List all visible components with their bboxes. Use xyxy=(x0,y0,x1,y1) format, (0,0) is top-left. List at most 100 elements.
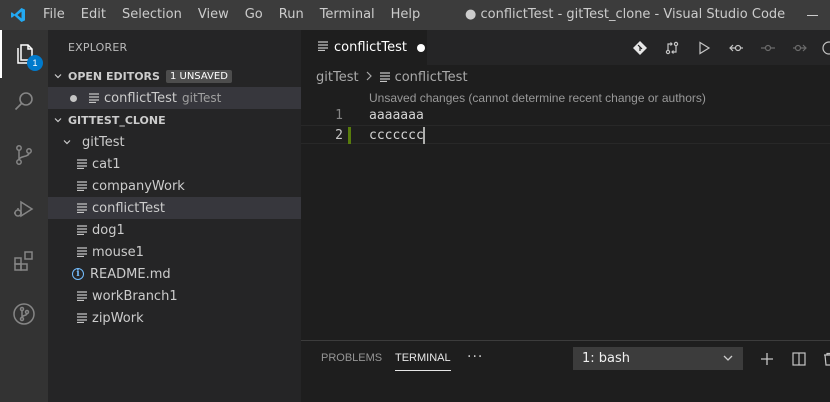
breadcrumb: gitTest conflictTest xyxy=(316,66,468,88)
menu-edit[interactable]: Edit xyxy=(73,0,114,30)
window-title: ● conflictTest - gitTest_clone - Visual … xyxy=(465,7,786,22)
kill-terminal-button[interactable] xyxy=(815,341,830,376)
next-change-button[interactable] xyxy=(784,30,816,65)
run-debug-activity-button[interactable] xyxy=(0,184,48,232)
compare-changes-icon xyxy=(665,41,679,54)
menu-run[interactable]: Run xyxy=(271,0,312,30)
menu-selection[interactable]: Selection xyxy=(114,0,190,30)
title-bar: File Edit Selection View Go Run Terminal… xyxy=(0,0,830,30)
split-terminal-button[interactable] xyxy=(785,341,813,376)
modified-line-marker xyxy=(348,127,351,144)
folder-gittest[interactable]: gitTest xyxy=(48,131,301,153)
activity-bar: 1 xyxy=(0,30,48,402)
code-line[interactable]: 1 aaaaaaa xyxy=(301,106,830,125)
breadcrumb-file[interactable]: conflictTest xyxy=(395,70,468,85)
blame-codelens[interactable]: Unsaved changes (cannot determine recent… xyxy=(369,91,706,105)
folder-label: gitTest xyxy=(82,134,125,150)
file-label: README.md xyxy=(90,266,171,282)
terminal-select[interactable]: 1: bash xyxy=(573,347,743,370)
file-label: zipWork xyxy=(92,310,144,326)
open-editors-header[interactable]: OPEN EDITORS 1 UNSAVED xyxy=(48,65,301,87)
git-graph-activity-button[interactable] xyxy=(0,290,48,338)
file-lines-icon xyxy=(76,180,88,192)
source-control-activity-button[interactable] xyxy=(0,131,48,179)
file-label: companyWork xyxy=(92,178,185,194)
menu-bar: File Edit Selection View Go Run Terminal… xyxy=(35,0,428,30)
more-icon[interactable]: ··· xyxy=(467,341,483,374)
open-editor-item[interactable]: conflictTest gitTest xyxy=(48,87,301,109)
tab-problems[interactable]: PROBLEMS xyxy=(321,341,382,376)
chevron-down-icon xyxy=(48,115,68,125)
file-lines-icon xyxy=(76,290,88,302)
extensions-icon xyxy=(14,251,33,271)
tab-label: conflictTest xyxy=(334,40,407,55)
workspace-header[interactable]: GITTEST_CLONE xyxy=(48,109,301,131)
explorer-activity-button[interactable]: 1 xyxy=(0,30,48,78)
unsaved-dot-icon[interactable] xyxy=(70,94,77,102)
bottom-panel: PROBLEMS TERMINAL ··· 1: bash xyxy=(301,340,830,402)
git-action-button[interactable] xyxy=(624,30,656,65)
code-line-current[interactable]: 2 ccccccc xyxy=(301,125,830,144)
file-item[interactable]: workBranch1 xyxy=(48,285,301,307)
new-terminal-button[interactable] xyxy=(753,341,781,376)
play-icon xyxy=(699,40,711,55)
terminal-select-value: 1: bash xyxy=(582,351,631,366)
file-item[interactable]: companyWork xyxy=(48,175,301,197)
file-label: mouse1 xyxy=(92,244,144,260)
file-lines-icon xyxy=(88,92,100,104)
explorer-sidebar: EXPLORER OPEN EDITORS 1 UNSAVED conflict… xyxy=(48,30,301,402)
open-editor-description: gitTest xyxy=(182,91,222,105)
menu-terminal[interactable]: Terminal xyxy=(312,0,383,30)
file-label: conflictTest xyxy=(92,200,165,216)
editor-actions xyxy=(624,30,830,65)
file-item[interactable]: zipWork xyxy=(48,307,301,329)
open-editors-label: OPEN EDITORS xyxy=(68,69,160,83)
file-item[interactable]: dog1 xyxy=(48,219,301,241)
extensions-activity-button[interactable] xyxy=(0,237,48,285)
file-lines-icon xyxy=(317,40,329,55)
menu-view[interactable]: View xyxy=(190,0,237,30)
menu-go[interactable]: Go xyxy=(237,0,271,30)
workspace-label: GITTEST_CLONE xyxy=(68,113,166,127)
previous-change-button[interactable] xyxy=(720,30,752,65)
file-label: cat1 xyxy=(92,156,121,172)
info-icon: i xyxy=(72,268,86,280)
line-text: aaaaaaa xyxy=(369,108,424,123)
tab-terminal[interactable]: TERMINAL xyxy=(395,341,451,371)
file-lines-icon xyxy=(76,202,88,214)
chevron-down-icon xyxy=(62,137,82,147)
search-activity-button[interactable] xyxy=(0,78,48,126)
minimize-icon[interactable] xyxy=(807,15,818,16)
open-editor-label: conflictTest xyxy=(104,90,177,106)
line-number: 2 xyxy=(335,128,343,143)
more-actions-button[interactable] xyxy=(816,30,830,65)
breadcrumb-folder[interactable]: gitTest xyxy=(316,70,359,85)
chevron-down-icon xyxy=(48,71,68,81)
commit-button[interactable] xyxy=(752,30,784,65)
file-item[interactable]: conflictTest xyxy=(48,197,301,219)
git-commit-icon xyxy=(761,44,775,51)
search-icon xyxy=(14,92,33,111)
menu-help[interactable]: Help xyxy=(383,0,429,30)
open-changes-button[interactable] xyxy=(656,30,688,65)
editor-tab-bar: conflictTest xyxy=(301,30,830,65)
split-icon xyxy=(792,351,806,366)
file-lines-icon xyxy=(379,72,391,82)
file-item[interactable]: cat1 xyxy=(48,153,301,175)
file-item[interactable]: mouse1 xyxy=(48,241,301,263)
tab-conflicttest[interactable]: conflictTest xyxy=(301,30,427,65)
source-control-icon xyxy=(16,145,32,165)
unsaved-dot-icon[interactable] xyxy=(417,43,425,52)
git-graph-icon xyxy=(13,303,35,325)
file-item[interactable]: i README.md xyxy=(48,263,301,285)
text-cursor xyxy=(423,127,425,144)
next-change-icon xyxy=(793,44,807,51)
file-lines-icon xyxy=(76,158,88,170)
menu-file[interactable]: File xyxy=(35,0,73,30)
previous-change-icon xyxy=(729,44,743,51)
file-lines-icon xyxy=(76,246,88,258)
file-label: dog1 xyxy=(92,222,125,238)
line-number: 1 xyxy=(335,108,343,123)
run-button[interactable] xyxy=(688,30,720,65)
circle-icon xyxy=(822,40,830,55)
